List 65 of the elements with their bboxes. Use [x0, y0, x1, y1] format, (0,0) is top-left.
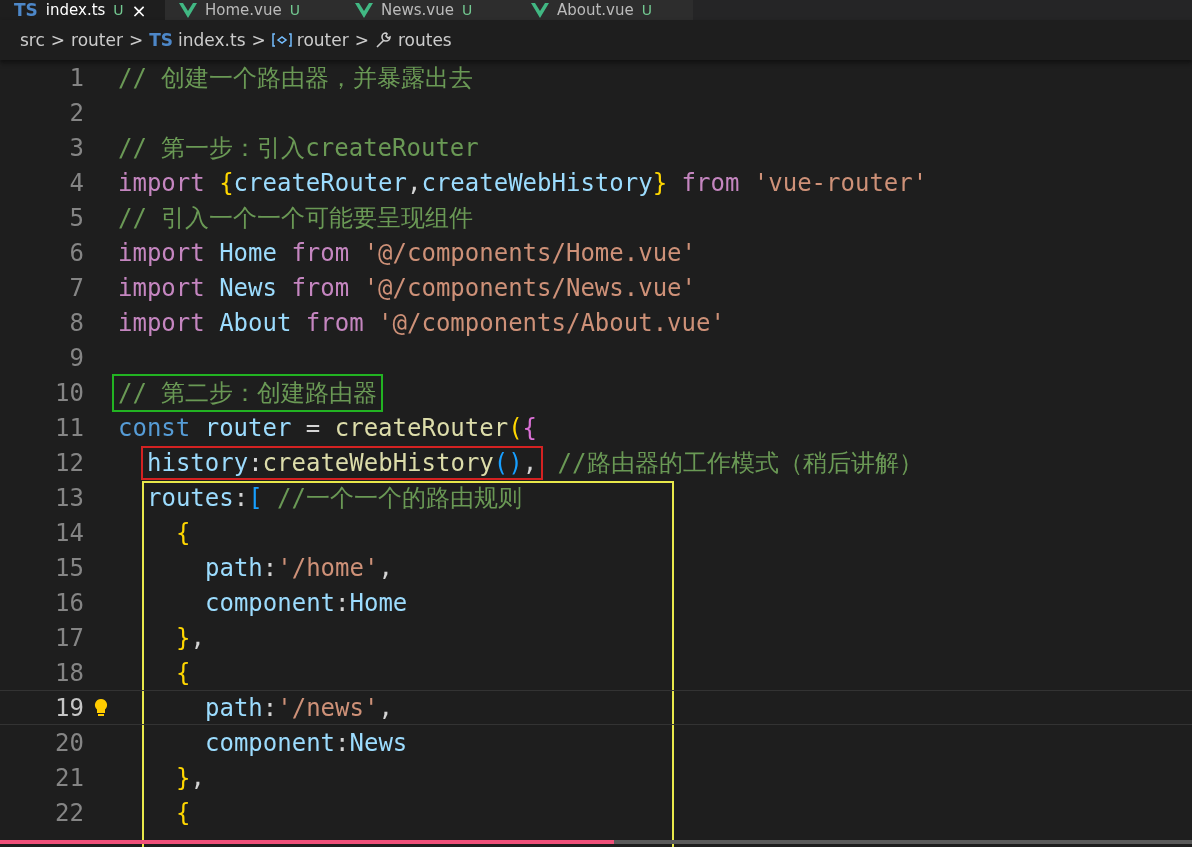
- breadcrumb-item[interactable]: router: [71, 30, 123, 50]
- line-number: 2: [68, 98, 84, 127]
- line-number: 5: [68, 203, 84, 232]
- code-line: const router = createRouter({: [118, 413, 538, 442]
- line-number: 12: [54, 448, 84, 477]
- code-line: component:News: [205, 728, 408, 757]
- editor-tab[interactable]: About.vue U: [517, 0, 693, 20]
- wrench-icon: [374, 31, 393, 49]
- line-number: 8: [68, 308, 84, 337]
- code-line: // 创建一个路由器，并暴露出去: [118, 62, 474, 94]
- highlight-box: history:createWebHistory(),: [141, 445, 544, 480]
- line-number: 4: [68, 168, 84, 197]
- code-line: //路由器的工作模式（稍后讲解）: [556, 447, 923, 479]
- chevron-icon: >: [50, 30, 66, 50]
- code-line: import {createRouter,createWebHistory} from 'vue-router': [118, 168, 928, 197]
- line-number: 14: [54, 518, 84, 547]
- line-number: 16: [54, 588, 84, 617]
- code-line: },: [176, 763, 205, 792]
- breadcrumb-item[interactable]: router: [296, 30, 349, 50]
- line-number: 11: [54, 413, 84, 442]
- code-line: import Home from '@/components/Home.vue': [118, 238, 696, 267]
- code-line: {: [176, 658, 191, 687]
- breadcrumb-item[interactable]: routes: [397, 30, 452, 50]
- line-number: 17: [54, 623, 84, 652]
- code-line: {: [176, 518, 191, 547]
- lightbulb-icon[interactable]: [93, 697, 109, 718]
- line-number: 7: [68, 273, 84, 302]
- editor-tab[interactable]: TS index.ts U ×: [0, 0, 165, 20]
- code-line: path:'/news',: [205, 693, 393, 722]
- vue-icon: [531, 2, 549, 18]
- line-number: 20: [54, 728, 84, 757]
- line-number: 1: [68, 63, 84, 92]
- line-number: 19: [54, 693, 84, 722]
- vue-icon: [179, 2, 197, 18]
- code-line: path:'/home',: [205, 553, 393, 582]
- typescript-icon: TS: [14, 0, 38, 20]
- code-line: {: [176, 798, 191, 827]
- line-number: 22: [54, 798, 84, 827]
- variable-icon: [271, 32, 292, 48]
- code-line: component:Home: [205, 588, 408, 617]
- line-number: 21: [54, 763, 84, 792]
- line-number: 15: [54, 553, 84, 582]
- code-line: import About from '@/components/About.vue': [118, 308, 725, 337]
- line-number: 10: [54, 378, 84, 407]
- chevron-icon: >: [129, 30, 144, 50]
- editor-tab[interactable]: News.vue U: [341, 0, 517, 20]
- editor-tab[interactable]: Home.vue U: [165, 0, 341, 20]
- code-line: // 引入一个一个可能要呈现组件: [118, 202, 474, 234]
- chevron-icon: >: [251, 30, 266, 50]
- line-number: 9: [68, 343, 84, 372]
- breadcrumb-item[interactable]: index.ts: [178, 30, 246, 50]
- breadcrumb-item[interactable]: src: [20, 30, 45, 50]
- line-number: 6: [68, 238, 84, 267]
- code-line: // 第一步：引入createRouter: [118, 132, 479, 164]
- typescript-icon: TS: [149, 30, 174, 50]
- code-line: routes:[ //一个一个的路由规则: [147, 482, 522, 514]
- line-number: 18: [54, 658, 84, 687]
- code-line: import News from '@/components/News.vue': [118, 273, 696, 302]
- vue-icon: [355, 2, 373, 18]
- highlight-box: // 第二步：创建路由器: [112, 373, 384, 412]
- line-number: 13: [54, 483, 84, 512]
- code-line: },: [176, 623, 205, 652]
- close-icon[interactable]: ×: [131, 0, 147, 20]
- chevron-icon: >: [354, 30, 369, 50]
- line-number: 3: [68, 133, 84, 162]
